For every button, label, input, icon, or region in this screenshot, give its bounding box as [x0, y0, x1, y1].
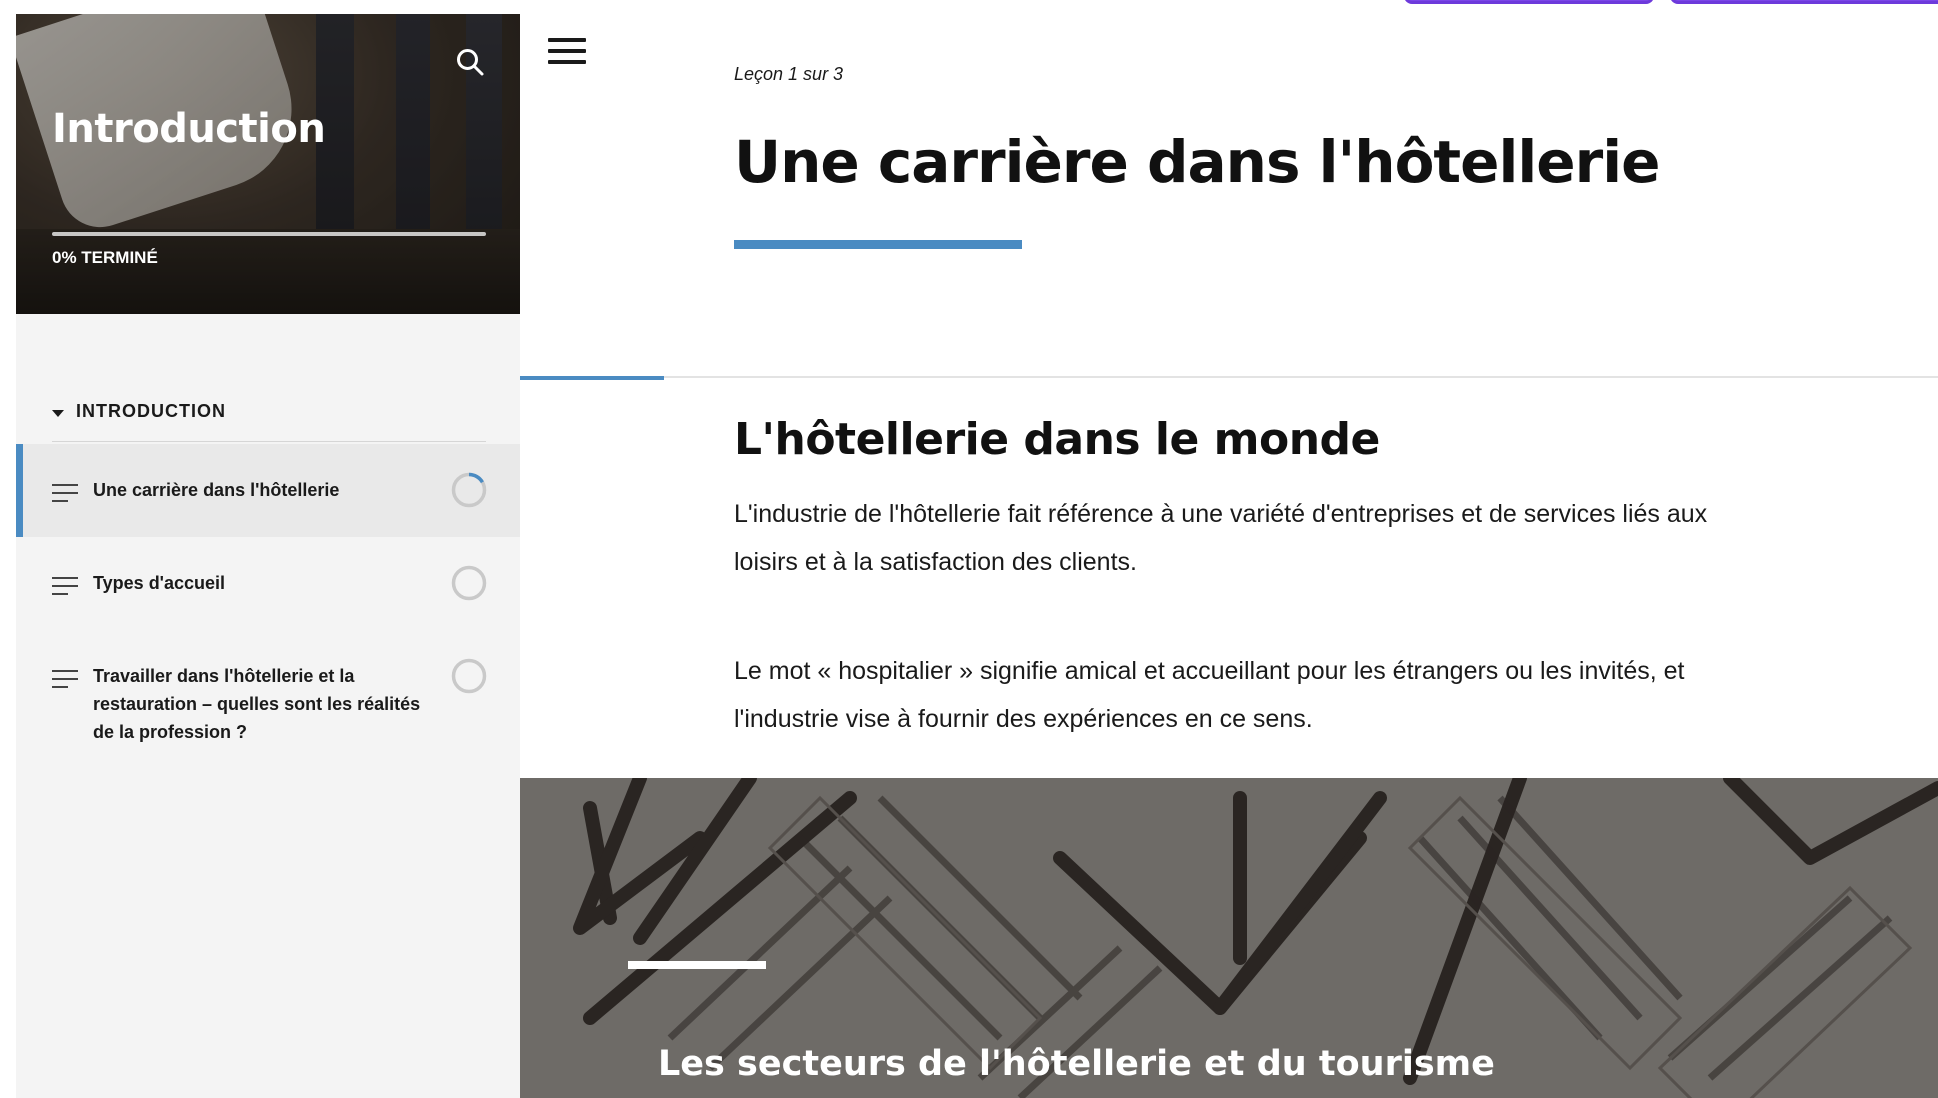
- progress-ring-icon: [451, 472, 487, 508]
- course-progress-label: 0% TERMINÉ: [52, 248, 158, 267]
- section-toggle-introduction[interactable]: INTRODUCTION: [52, 386, 486, 442]
- empty-circle-icon: [451, 658, 487, 694]
- lesson-content: Leçon 1 sur 3 Une carrière dans l'hôtell…: [520, 0, 1938, 1098]
- lesson-item-1[interactable]: Une carrière dans l'hôtellerie: [16, 444, 520, 537]
- empty-circle-icon: [451, 565, 487, 601]
- lesson-title: Une carrière dans l'hôtellerie: [93, 480, 340, 500]
- lesson-counter: Leçon 1 sur 3: [734, 64, 844, 84]
- course-title: Introduction: [52, 106, 326, 152]
- paragraph: L'industrie de l'hôtellerie fait référen…: [734, 500, 1708, 576]
- menu-button[interactable]: [548, 38, 588, 68]
- top-nav-tab[interactable]: [1404, 0, 1654, 4]
- scroll-progress-indicator: [520, 376, 664, 380]
- lesson-title: Travailler dans l'hôtellerie et la resta…: [93, 666, 421, 742]
- section-title: INTRODUCTION: [76, 401, 226, 421]
- section-banner: Les secteurs de l'hôtellerie et du touri…: [520, 778, 1938, 1098]
- heading-accent-bar: [734, 240, 1022, 249]
- caret-down-icon: [52, 410, 64, 417]
- course-progress-bar: [52, 232, 486, 236]
- hero-overlay: [16, 14, 520, 314]
- banner-accent-bar: [628, 961, 766, 969]
- hamburger-menu-icon: [548, 38, 588, 64]
- text-lines-icon: [52, 484, 80, 506]
- search-icon: [457, 49, 484, 76]
- course-hero: Introduction 0% TERMINÉ: [16, 14, 520, 314]
- lesson-item-2[interactable]: Types d'accueil: [16, 537, 520, 630]
- text-lines-icon: [52, 577, 80, 599]
- lesson-item-3[interactable]: Travailler dans l'hôtellerie et la resta…: [16, 630, 520, 770]
- section-heading: L'hôtellerie dans le monde: [734, 414, 1380, 465]
- paragraph: Le mot « hospitalier » signifie amical e…: [734, 657, 1685, 733]
- search-button[interactable]: [450, 42, 490, 82]
- top-nav-tab[interactable]: [1670, 0, 1938, 4]
- content-divider: [520, 376, 1938, 378]
- text-lines-icon: [52, 670, 80, 692]
- banner-title: Les secteurs de l'hôtellerie et du touri…: [658, 1044, 1495, 1084]
- lesson-title: Types d'accueil: [93, 573, 226, 593]
- course-sidebar: Introduction 0% TERMINÉ INTRODUCTION Une…: [16, 14, 520, 1098]
- lesson-title-heading: Une carrière dans l'hôtellerie: [734, 128, 1660, 196]
